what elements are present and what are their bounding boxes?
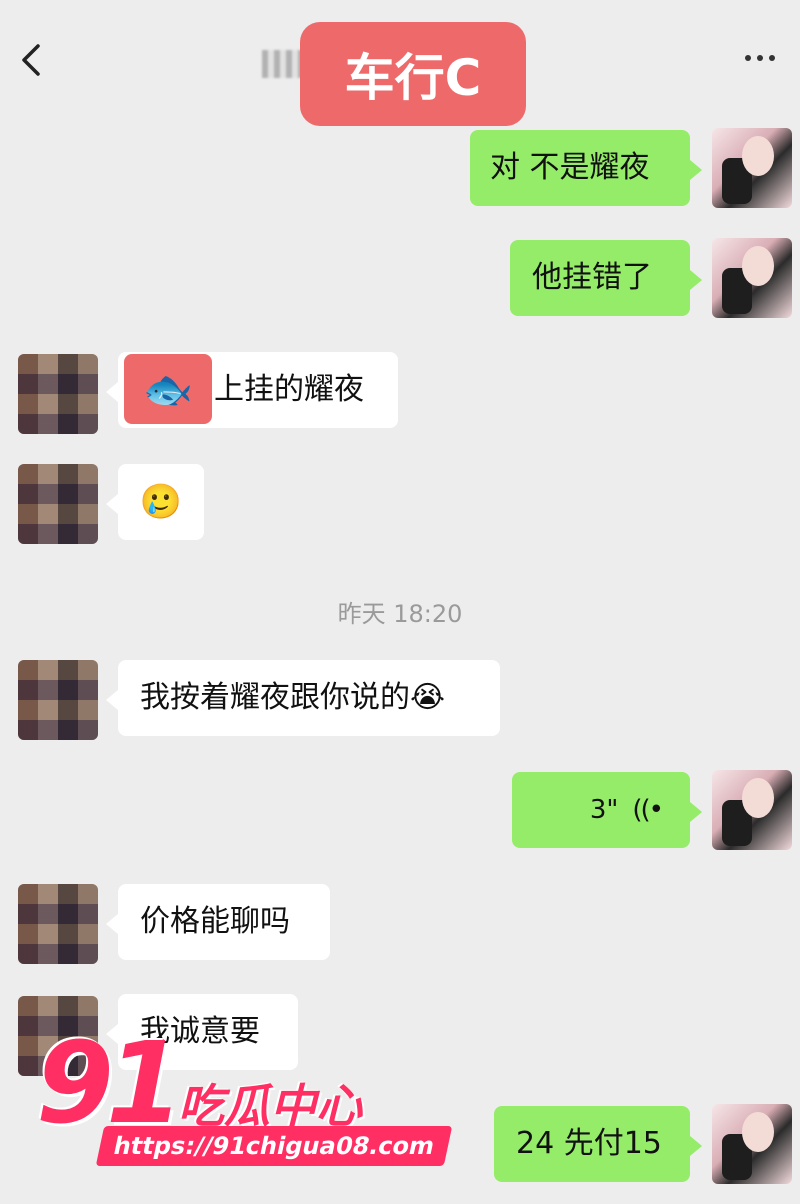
watermark-logo: 91 吃瓜中心 https://91chigua08.com — [30, 1019, 453, 1178]
chevron-left-icon — [22, 44, 40, 76]
message-text: 上挂的耀夜 — [214, 372, 364, 407]
emoji: 🥲 — [139, 482, 183, 522]
message-bubble-self[interactable]: 对 不是耀夜 — [470, 130, 702, 206]
message-bubble-contact[interactable]: 我按着耀夜跟你说的😭 — [106, 660, 500, 736]
avatar-contact[interactable] — [18, 660, 98, 740]
voice-duration: 3" — [589, 795, 619, 825]
avatar-contact[interactable] — [18, 354, 98, 434]
timestamp: 昨天 18:20 — [337, 600, 463, 628]
voice-message-bubble[interactable]: 3" ((• — [512, 772, 702, 848]
message-bubble-self[interactable]: 他挂错了 — [510, 240, 702, 316]
watermark-url: https://91chigua08.com — [95, 1126, 453, 1166]
message-text: 他挂错了 — [532, 260, 652, 295]
message-bubble-contact[interactable]: 价格能聊吗 — [106, 884, 330, 960]
message-bubble-self[interactable]: 24 先付15 — [494, 1106, 702, 1182]
message-text: 价格能聊吗 — [140, 904, 290, 939]
message-bubble-contact[interactable]: 🥲 — [106, 464, 204, 540]
fish-emoji-icon: 🐟 — [124, 354, 212, 424]
chat-title: 车行C — [300, 22, 526, 126]
message-text: 我按着耀夜跟你说的😭 — [140, 680, 446, 715]
voice-wave-icon: ((• — [632, 795, 664, 825]
avatar-contact[interactable] — [18, 464, 98, 544]
avatar-self[interactable] — [712, 1104, 792, 1184]
blurred-name — [262, 50, 302, 78]
avatar-self[interactable] — [712, 770, 792, 850]
watermark-number: 91 — [36, 1019, 184, 1149]
chat-header: 车行C — [0, 0, 800, 126]
message-text: 对 不是耀夜 — [490, 150, 650, 185]
back-button[interactable] — [18, 40, 54, 80]
avatar-self[interactable] — [712, 128, 792, 208]
avatar-contact[interactable] — [18, 884, 98, 964]
more-dots-icon[interactable] — [740, 48, 780, 68]
message-text: 24 先付15 — [516, 1126, 662, 1161]
avatar-self[interactable] — [712, 238, 792, 318]
